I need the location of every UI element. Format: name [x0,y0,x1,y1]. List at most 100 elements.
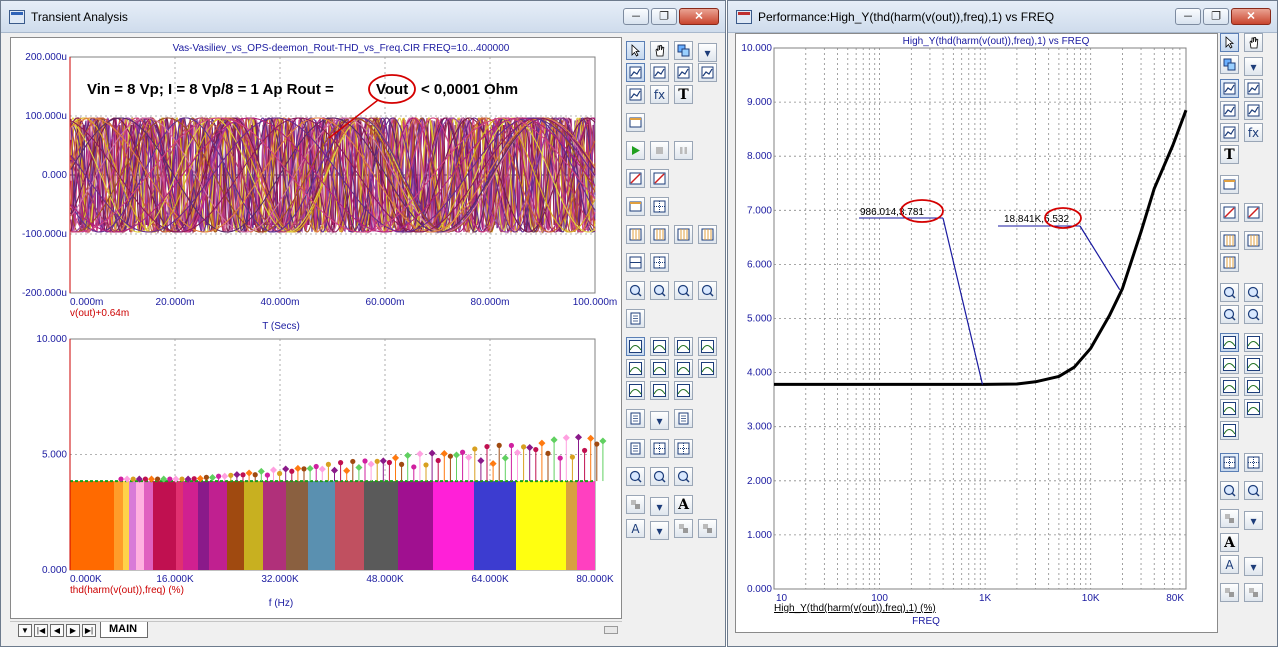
analysis-button-4[interactable] [1244,355,1263,374]
scope-button-5[interactable] [1220,123,1239,142]
nav-first-button[interactable]: |◀ [34,624,48,637]
layout-button-1[interactable] [626,225,645,244]
text-style-dropdown[interactable]: ▾ [1244,557,1263,576]
zoom-fit-button[interactable] [674,467,693,486]
plot-grid-button[interactable] [650,197,669,216]
analysis-button-10[interactable] [650,381,669,400]
select-tool-button[interactable] [626,41,645,60]
scope-button-4[interactable] [698,63,717,82]
analysis-button-8[interactable] [1244,399,1263,418]
maximize-button[interactable]: ❐ [651,8,677,25]
text-tool-button[interactable]: T [1220,145,1239,164]
analysis-button-7[interactable] [1220,399,1239,418]
text-style-button[interactable]: A [1220,555,1239,574]
analysis-button-7[interactable] [674,359,693,378]
pause-button[interactable] [674,141,693,160]
zoom-button-1[interactable] [626,281,645,300]
analysis-button-3[interactable] [674,337,693,356]
send-back-button[interactable] [1244,583,1263,602]
font-button[interactable]: A [674,495,693,514]
zoom-button-1[interactable] [1220,283,1239,302]
zoom-button-4[interactable] [1244,305,1263,324]
layout-button-3[interactable] [1220,253,1239,272]
scope-button-2[interactable] [650,63,669,82]
analysis-button-2[interactable] [1244,333,1263,352]
analysis-button-9[interactable] [1220,421,1239,440]
bring-front-button[interactable] [674,519,693,538]
nav-next-button[interactable]: ▶ [66,624,80,637]
cursor-right-button[interactable] [1244,203,1263,222]
left-titlebar[interactable]: Transient Analysis ─ ❐ ✕ [1,1,725,33]
toolbar-grid-button[interactable] [1220,509,1239,528]
stop-button[interactable] [650,141,669,160]
scope-button-2[interactable] [1244,79,1263,98]
copy-button[interactable] [1220,55,1239,74]
nav-last-button[interactable]: ▶| [82,624,96,637]
performance-plot-area[interactable]: High_Y(thd(harm(v(out)),freq),1) vs FREQ… [735,33,1218,633]
zoom-button-4[interactable] [698,281,717,300]
toolbar-grid-dropdown[interactable]: ▾ [1244,511,1263,530]
analysis-button-3[interactable] [1220,355,1239,374]
analysis-button-2[interactable] [650,337,669,356]
analysis-button-5[interactable] [626,359,645,378]
fit-button-1[interactable] [650,439,669,458]
layout-button-3[interactable] [674,225,693,244]
analysis-button-5[interactable] [1220,377,1239,396]
cursor-left-button[interactable] [1220,203,1239,222]
properties-button[interactable] [626,113,645,132]
scope-button-5[interactable] [626,85,645,104]
scope-button-3[interactable] [1220,101,1239,120]
fit-button-2[interactable] [674,439,693,458]
analysis-button-4[interactable] [698,337,717,356]
layout-button-4[interactable] [698,225,717,244]
cursor-left-button[interactable] [626,169,645,188]
toolbar-grid-dropdown[interactable]: ▾ [650,497,669,516]
maximize-button[interactable]: ❐ [1203,8,1229,25]
zoom-out-button[interactable] [1244,481,1263,500]
paste-dropdown-button[interactable]: ▾ [650,411,669,430]
scope-button-1[interactable] [626,63,645,82]
analysis-button-1[interactable] [1220,333,1239,352]
fit-button-2[interactable] [1244,453,1263,472]
fit-button-1[interactable] [1220,453,1239,472]
cursor-right-button[interactable] [650,169,669,188]
analysis-button-1[interactable] [626,337,645,356]
zoom-button-2[interactable] [1244,283,1263,302]
analysis-button-8[interactable] [698,359,717,378]
send-back-button[interactable] [698,519,717,538]
analysis-button-11[interactable] [674,381,693,400]
text-style-dropdown[interactable]: ▾ [650,521,669,540]
analysis-button-9[interactable] [626,381,645,400]
analysis-button-6[interactable] [1244,377,1263,396]
copy-dropdown-button[interactable]: ▾ [1244,57,1263,76]
text-tool-button[interactable]: T [674,85,693,104]
layout-button-1[interactable] [1220,231,1239,250]
horizontal-scrollbar[interactable] [604,626,618,634]
layout-button-2[interactable] [1244,231,1263,250]
bring-front-button[interactable] [1220,583,1239,602]
copy-dropdown-button[interactable]: ▾ [698,43,717,62]
list-button[interactable] [674,409,693,428]
analysis-button-6[interactable] [650,359,669,378]
close-button[interactable]: ✕ [1231,8,1271,25]
layout-button-2[interactable] [650,225,669,244]
zoom-in-button[interactable] [1220,481,1239,500]
properties-button[interactable] [1220,175,1239,194]
scope-button-3[interactable] [674,63,693,82]
select-tool-button[interactable] [1220,33,1239,52]
text-style-button[interactable]: A [626,519,645,538]
function-button[interactable]: fx [1244,123,1263,142]
zoom-button-2[interactable] [650,281,669,300]
pan-tool-button[interactable] [650,41,669,60]
transient-plot-area[interactable]: Vas-Vasiliev_vs_OPS-deemon_Rout-THD_vs_F… [10,37,622,619]
zoom-button-3[interactable] [1220,305,1239,324]
function-button[interactable]: fx [650,85,669,104]
pan-tool-button[interactable] [1244,33,1263,52]
zoom-out-button[interactable] [650,467,669,486]
paste-button[interactable] [626,409,645,428]
zoom-in-button[interactable] [626,467,645,486]
edit-button[interactable] [626,309,645,328]
font-button[interactable]: A [1220,533,1239,552]
minimize-button[interactable]: ─ [623,8,649,25]
tab-main[interactable]: MAIN [100,622,149,638]
